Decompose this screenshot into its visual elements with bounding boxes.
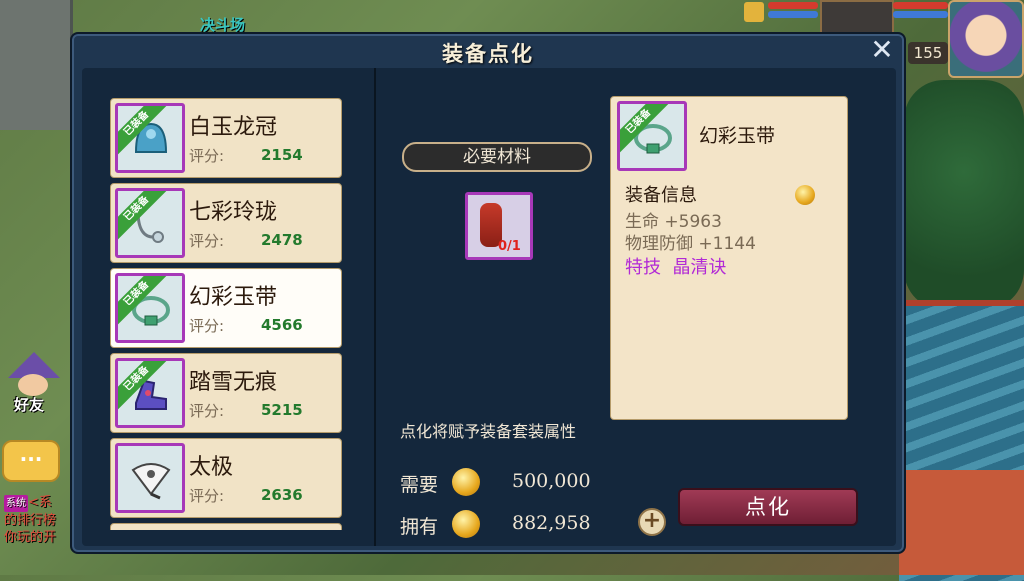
chat-button[interactable]: ··· [2, 440, 60, 482]
score-label: 评分: [189, 147, 225, 165]
item-slot: 已装备 [115, 358, 185, 428]
item-slot: 已装备 [115, 273, 185, 343]
friend-face-icon [18, 374, 48, 396]
material-slot[interactable]: 0/1 [465, 192, 533, 260]
equipment-info-title: 装备信息 [625, 185, 697, 206]
need-value: 500,000 [512, 470, 591, 492]
list-item[interactable]: 已装备 白玉龙冠 评分: 2154 [110, 98, 342, 178]
close-icon[interactable]: ✕ [868, 36, 896, 64]
enhance-description: 点化将赋予装备套装属性 [400, 422, 577, 441]
required-materials-banner: 必要材料 [402, 142, 592, 172]
list-item-selected[interactable]: 已装备 幻彩玉带 评分: 4566 [110, 268, 342, 348]
list-item[interactable]: 已装备 七彩玲珑 评分: 2478 [110, 183, 342, 263]
stat-physical-defense: 物理防御 +1144 [625, 229, 756, 254]
fan-icon [131, 463, 171, 500]
item-name: 幻彩玉带 [189, 285, 278, 310]
material-count: 0/1 [498, 239, 521, 254]
list-item[interactable] [110, 523, 342, 530]
have-value: 882,958 [512, 512, 591, 534]
chat-feed[interactable]: 系统 <系 的排行榜 你玩的开 [4, 494, 74, 546]
score-value: 2478 [261, 231, 303, 249]
item-slot [115, 443, 185, 513]
item-slot: 已装备 [115, 103, 185, 173]
chat-bubble-icon: ··· [19, 447, 43, 471]
pet-mp-bar [768, 11, 818, 18]
score-label: 评分: [189, 487, 225, 505]
chat-line: 你玩的开 [4, 530, 57, 545]
friend-label: 好友 [14, 396, 45, 414]
detail-item-slot: 已装备 [617, 101, 687, 171]
chat-line: 的排行榜 [4, 513, 57, 528]
chat-line: <系 [28, 495, 52, 510]
list-item[interactable]: 已装备 踏雪无痕 评分: 5215 [110, 353, 342, 433]
player-mp-bar [893, 11, 948, 18]
item-slot: 已装备 [115, 188, 185, 258]
player-status-bars [893, 0, 948, 24]
score-value: 4566 [261, 316, 303, 334]
player-level: 155 [908, 42, 948, 64]
background-wall [0, 0, 73, 130]
score-value: 2154 [261, 146, 303, 164]
enhance-dialog: 装备点化 ✕ 已装备 白玉龙冠 评分: 2154 已装备 七彩玲珑 评分: 24… [70, 32, 906, 554]
item-name: 太极 [189, 455, 234, 480]
item-name: 七彩玲珑 [189, 200, 278, 225]
equipment-detail-panel: 已装备 幻彩玉带 装备信息 生命 +5963 物理防御 +1144 特技 晶清诀 [610, 96, 848, 420]
list-item[interactable]: 太极 评分: 2636 [110, 438, 342, 518]
background-building [899, 470, 1024, 575]
pet-hp-bar [768, 2, 818, 9]
dialog-title: 装备点化 [442, 42, 534, 66]
detail-item-name: 幻彩玉带 [699, 125, 776, 147]
item-name: 踏雪无痕 [189, 370, 278, 395]
score-label: 评分: [189, 232, 225, 250]
score-value: 2636 [261, 486, 303, 504]
gold-coin-icon [795, 185, 815, 205]
score-label: 评分: [189, 402, 225, 420]
score-label: 评分: [189, 317, 225, 335]
buff-icon[interactable] [744, 2, 764, 22]
stat-value: +1144 [698, 234, 756, 254]
coin-icon [452, 468, 480, 496]
player-avatar[interactable] [948, 0, 1024, 78]
score-value: 5215 [261, 401, 303, 419]
background-tree [904, 80, 1024, 310]
have-label: 拥有 [400, 516, 439, 538]
pet-status-bars [768, 0, 818, 24]
special-skill: 特技 晶清诀 [625, 257, 727, 278]
item-name: 白玉龙冠 [189, 115, 278, 140]
equipment-list[interactable]: 已装备 白玉龙冠 评分: 2154 已装备 七彩玲珑 评分: 2478 已装备 … [110, 98, 344, 530]
player-hp-bar [893, 2, 948, 9]
pet-portrait[interactable] [820, 0, 894, 34]
add-currency-button[interactable]: + [638, 508, 666, 536]
coin-icon [452, 510, 480, 538]
system-tag: 系统 [4, 495, 28, 512]
need-label: 需要 [400, 474, 439, 496]
stat-label: 物理防御 [625, 234, 693, 254]
enhance-button[interactable]: 点化 [678, 488, 858, 526]
friend-button[interactable]: 好友 [2, 352, 66, 414]
panel-divider [374, 68, 376, 546]
